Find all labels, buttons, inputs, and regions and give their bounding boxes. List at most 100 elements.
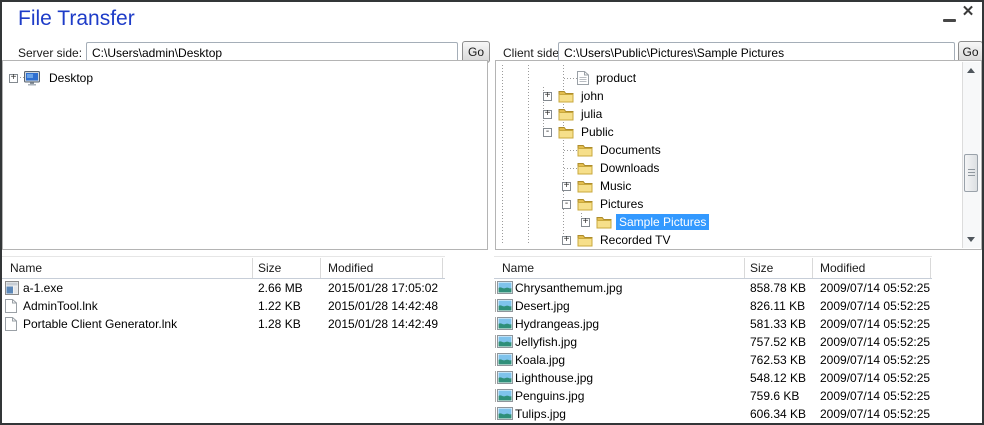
file-name: Hydrangeas.jpg bbox=[515, 317, 599, 331]
desktop-icon bbox=[24, 71, 42, 86]
expander-icon[interactable]: - bbox=[543, 128, 552, 137]
tree-node-label[interactable]: Desktop bbox=[46, 70, 96, 86]
file-name: Lighthouse.jpg bbox=[515, 371, 593, 385]
tree-node-product[interactable]: product bbox=[496, 69, 981, 87]
server-tree-panel: + Desktop bbox=[2, 60, 488, 250]
file-name: Koala.jpg bbox=[515, 353, 565, 367]
image-icon bbox=[497, 407, 513, 420]
scroll-up-button[interactable] bbox=[963, 62, 980, 79]
image-icon bbox=[497, 281, 513, 294]
scrollbar-thumb[interactable] bbox=[964, 154, 978, 192]
folder-icon bbox=[558, 90, 574, 103]
column-header-modified[interactable]: Modified bbox=[328, 261, 373, 275]
expander-icon[interactable]: + bbox=[543, 110, 552, 119]
server-side-label: Server side: bbox=[18, 46, 82, 60]
file-modified: 2015/01/28 14:42:49 bbox=[328, 317, 438, 331]
tree-node-downloads[interactable]: Downloads bbox=[496, 159, 981, 177]
tree-node-john[interactable]: + john bbox=[496, 87, 981, 105]
tree-node-public[interactable]: - Public bbox=[496, 123, 981, 141]
file-row[interactable]: a-1.exe 2.66 MB 2015/01/28 17:05:02 bbox=[2, 279, 492, 297]
file-icon bbox=[5, 317, 17, 331]
file-row[interactable]: Penguins.jpg 759.6 KB 2009/07/14 05:52:2… bbox=[494, 387, 982, 405]
file-row[interactable]: Jellyfish.jpg 757.52 KB 2009/07/14 05:52… bbox=[494, 333, 982, 351]
file-name: AdminTool.lnk bbox=[23, 299, 98, 313]
server-file-list: Name Size Modified a-1.exe 2.66 MB 2015/… bbox=[2, 256, 492, 423]
folder-icon bbox=[577, 180, 593, 193]
tree-node-sample-pictures[interactable]: + Sample Pictures bbox=[496, 213, 981, 231]
expander-icon[interactable]: + bbox=[562, 182, 571, 191]
folder-icon bbox=[596, 216, 612, 229]
minimize-button[interactable] bbox=[941, 10, 958, 24]
file-row[interactable]: AdminTool.lnk 1.22 KB 2015/01/28 14:42:4… bbox=[2, 297, 492, 315]
expander-icon[interactable]: + bbox=[543, 92, 552, 101]
file-name: a-1.exe bbox=[23, 281, 63, 295]
file-name: Jellyfish.jpg bbox=[515, 335, 577, 349]
image-icon bbox=[497, 317, 513, 330]
folder-icon bbox=[577, 144, 593, 157]
file-row[interactable]: Chrysanthemum.jpg 858.78 KB 2009/07/14 0… bbox=[494, 279, 982, 297]
file-row[interactable]: Lighthouse.jpg 548.12 KB 2009/07/14 05:5… bbox=[494, 369, 982, 387]
tree-node-julia[interactable]: + julia bbox=[496, 105, 981, 123]
tree-node-label[interactable]: product bbox=[593, 70, 639, 86]
tree-node-label[interactable]: julia bbox=[578, 106, 605, 122]
tree-node-label[interactable]: john bbox=[578, 88, 607, 104]
column-header-name[interactable]: Name bbox=[502, 261, 534, 275]
file-row[interactable]: Hydrangeas.jpg 581.33 KB 2009/07/14 05:5… bbox=[494, 315, 982, 333]
column-header-size[interactable]: Size bbox=[750, 261, 773, 275]
tree-node-pictures[interactable]: - Pictures bbox=[496, 195, 981, 213]
column-separator bbox=[930, 258, 931, 278]
tree-node-label[interactable]: Downloads bbox=[597, 160, 662, 176]
file-size: 1.28 KB bbox=[258, 317, 301, 331]
tree-node-label[interactable]: Recorded TV bbox=[597, 232, 673, 248]
file-modified: 2015/01/28 14:42:48 bbox=[328, 299, 438, 313]
file-row[interactable]: Koala.jpg 762.53 KB 2009/07/14 05:52:25 bbox=[494, 351, 982, 369]
file-size: 757.52 KB bbox=[750, 335, 806, 349]
client-list-header: Name Size Modified bbox=[494, 256, 932, 279]
exe-icon bbox=[5, 281, 19, 295]
tree-node-label[interactable]: Documents bbox=[597, 142, 664, 158]
close-button[interactable]: ✕ bbox=[958, 2, 978, 22]
column-separator bbox=[744, 258, 745, 278]
arrow-up-icon bbox=[967, 68, 975, 73]
folder-icon bbox=[558, 108, 574, 121]
folder-icon bbox=[558, 126, 574, 139]
expander-icon[interactable]: + bbox=[9, 74, 18, 83]
file-modified: 2015/01/28 17:05:02 bbox=[328, 281, 438, 295]
tree-node-music[interactable]: + Music bbox=[496, 177, 981, 195]
column-header-name[interactable]: Name bbox=[10, 261, 42, 275]
expander-icon[interactable]: - bbox=[562, 200, 571, 209]
tree-node-recorded-tv[interactable]: + Recorded TV bbox=[496, 231, 981, 249]
tree-node-label[interactable]: Music bbox=[597, 178, 634, 194]
tree-node-desktop[interactable]: + Desktop bbox=[3, 69, 487, 87]
document-icon bbox=[577, 71, 589, 85]
file-size: 606.34 KB bbox=[750, 407, 806, 421]
grip-icon bbox=[968, 169, 975, 178]
file-modified: 2009/07/14 05:52:25 bbox=[820, 371, 930, 385]
client-side-label: Client side: bbox=[503, 46, 562, 60]
minimize-icon bbox=[943, 19, 956, 22]
file-name: Desert.jpg bbox=[515, 299, 570, 313]
file-row[interactable]: Desert.jpg 826.11 KB 2009/07/14 05:52:25 bbox=[494, 297, 982, 315]
file-size: 548.12 KB bbox=[750, 371, 806, 385]
tree-node-label[interactable]: Public bbox=[578, 124, 617, 140]
arrow-down-icon bbox=[967, 237, 975, 242]
tree-scrollbar[interactable] bbox=[962, 62, 980, 248]
column-header-size[interactable]: Size bbox=[258, 261, 281, 275]
folder-icon bbox=[577, 162, 593, 175]
client-tree-panel: product + john + julia - bbox=[495, 60, 982, 250]
tree-node-label-selected[interactable]: Sample Pictures bbox=[616, 214, 709, 230]
image-icon bbox=[497, 299, 513, 312]
column-separator bbox=[442, 258, 443, 278]
image-icon bbox=[497, 335, 513, 348]
expander-icon[interactable]: + bbox=[581, 218, 590, 227]
tree-node-label[interactable]: Pictures bbox=[597, 196, 646, 212]
expander-icon[interactable]: + bbox=[562, 236, 571, 245]
file-row[interactable]: Portable Client Generator.lnk 1.28 KB 20… bbox=[2, 315, 492, 333]
tree-node-documents[interactable]: Documents bbox=[496, 141, 981, 159]
folder-icon bbox=[577, 198, 593, 211]
file-transfer-window: File Transfer ✕ Server side: Go Client s… bbox=[0, 0, 984, 425]
scroll-down-button[interactable] bbox=[963, 231, 980, 248]
file-row[interactable]: Tulips.jpg 606.34 KB 2009/07/14 05:52:25 bbox=[494, 405, 982, 423]
file-size: 1.22 KB bbox=[258, 299, 301, 313]
column-header-modified[interactable]: Modified bbox=[820, 261, 865, 275]
